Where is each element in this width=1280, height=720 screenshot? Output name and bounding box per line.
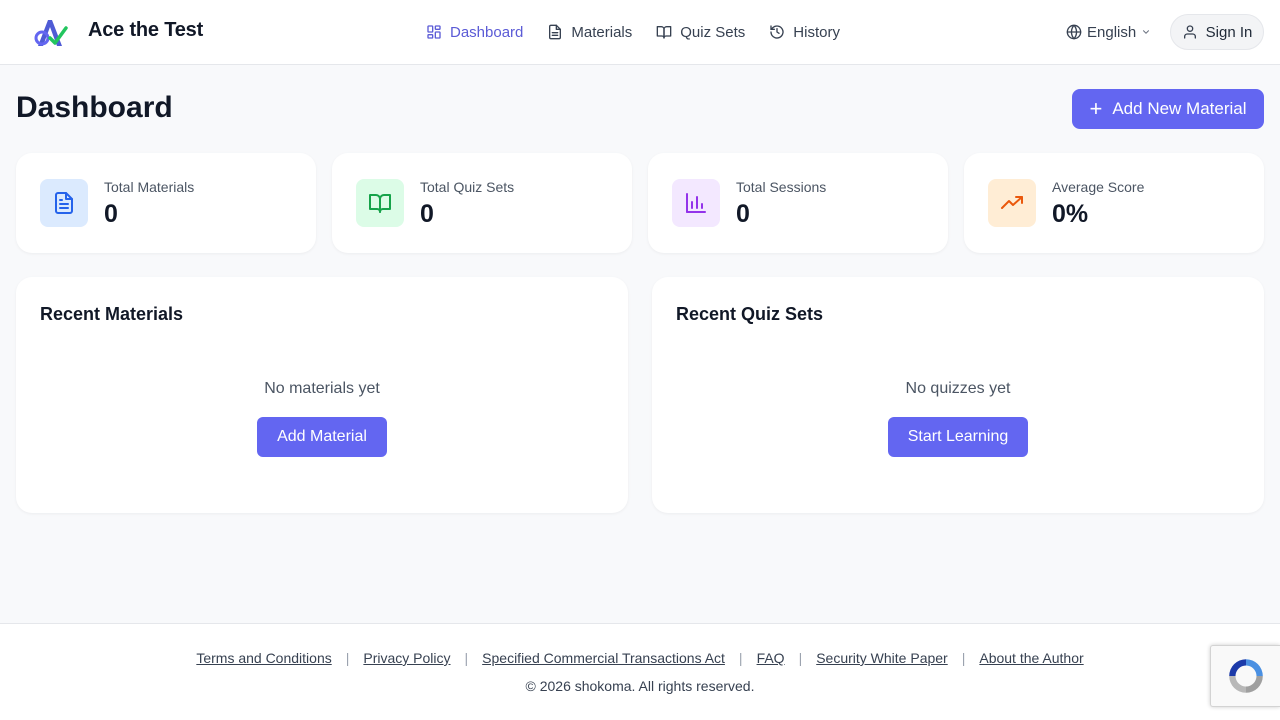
nav-history-label: History bbox=[793, 23, 840, 41]
start-learning-button[interactable]: Start Learning bbox=[888, 417, 1028, 457]
stat-value: 0 bbox=[104, 200, 118, 228]
app-logo[interactable] bbox=[32, 14, 68, 50]
stat-card-total-sessions: Total Sessions 0 bbox=[648, 153, 948, 253]
user-icon bbox=[1183, 25, 1196, 39]
recent-quiz-sets-title: Recent Quiz Sets bbox=[676, 304, 824, 324]
history-icon bbox=[770, 25, 784, 39]
document-icon bbox=[549, 24, 562, 40]
nav-dashboard[interactable]: Dashboard bbox=[426, 21, 523, 43]
footer-separator: | bbox=[961, 650, 966, 666]
footer-separator: | bbox=[738, 650, 743, 666]
footer-separator: | bbox=[345, 650, 350, 666]
document-icon bbox=[40, 179, 88, 227]
add-new-material-button[interactable]: + Add New Material bbox=[1072, 89, 1264, 129]
footer-link-privacy[interactable]: Privacy Policy bbox=[363, 650, 450, 666]
footer-links: Terms and Conditions | Privacy Policy | … bbox=[0, 650, 1280, 666]
main-nav: Dashboard Materials Quiz Sets History bbox=[426, 21, 864, 43]
nav-history[interactable]: History bbox=[769, 21, 840, 43]
bar-chart-icon bbox=[672, 179, 720, 227]
language-label: English bbox=[1087, 23, 1137, 41]
recent-quiz-sets-empty-text: No quizzes yet bbox=[905, 380, 1011, 397]
stat-label: Total Materials bbox=[104, 179, 195, 195]
nav-quiz-sets-label: Quiz Sets bbox=[680, 23, 746, 41]
chevron-down-icon bbox=[1143, 30, 1150, 34]
globe-icon bbox=[1066, 24, 1082, 40]
add-material-button[interactable]: Add Material bbox=[257, 417, 387, 457]
stat-card-total-quiz-sets: Total Quiz Sets 0 bbox=[332, 153, 632, 253]
recent-materials-empty-text: No materials yet bbox=[264, 380, 380, 397]
stat-value: 0% bbox=[1052, 200, 1089, 228]
nav-materials-label: Materials bbox=[571, 23, 633, 41]
plus-icon: + bbox=[1089, 96, 1103, 121]
sign-in-label: Sign In bbox=[1205, 23, 1253, 41]
stat-label: Average Score bbox=[1052, 179, 1145, 195]
dashboard-grid-icon bbox=[427, 25, 441, 39]
stat-card-total-materials: Total Materials 0 bbox=[16, 153, 316, 253]
recent-quiz-sets-panel: Recent Quiz Sets No quizzes yet Start Le… bbox=[652, 277, 1264, 513]
nav-quiz-sets[interactable]: Quiz Sets bbox=[656, 21, 745, 43]
footer-separator: | bbox=[798, 650, 803, 666]
recaptcha-badge[interactable] bbox=[1210, 645, 1280, 707]
language-selector[interactable]: English bbox=[1066, 21, 1151, 43]
nav-materials[interactable]: Materials bbox=[547, 21, 632, 43]
stat-value: 0 bbox=[736, 200, 750, 228]
recent-materials-panel: Recent Materials No materials yet Add Ma… bbox=[16, 277, 628, 513]
copyright-text: © 2026 shokoma. All rights reserved. bbox=[525, 678, 755, 694]
footer-link-about-author[interactable]: About the Author bbox=[979, 650, 1083, 666]
top-header: Ace the Test Dashboard Materials Quiz Se… bbox=[0, 0, 1280, 65]
footer-link-faq[interactable]: FAQ bbox=[757, 650, 785, 666]
nav-dashboard-label: Dashboard bbox=[450, 23, 524, 41]
footer-link-security[interactable]: Security White Paper bbox=[816, 650, 948, 666]
sign-in-button[interactable]: Sign In bbox=[1170, 14, 1264, 50]
stat-label: Total Quiz Sets bbox=[420, 179, 515, 195]
book-icon bbox=[656, 26, 672, 39]
footer-separator: | bbox=[464, 650, 469, 666]
brand-name[interactable]: Ace the Test bbox=[88, 19, 203, 42]
footer-link-terms[interactable]: Terms and Conditions bbox=[196, 650, 331, 666]
recent-materials-title: Recent Materials bbox=[40, 304, 184, 324]
book-open-icon bbox=[356, 179, 404, 227]
footer: Terms and Conditions | Privacy Policy | … bbox=[0, 623, 1280, 720]
recaptcha-icon bbox=[1228, 659, 1263, 693]
stat-label: Total Sessions bbox=[736, 179, 827, 195]
footer-link-commercial-act[interactable]: Specified Commercial Transactions Act bbox=[482, 650, 725, 666]
trending-up-icon bbox=[988, 179, 1036, 227]
stat-card-average-score: Average Score 0% bbox=[964, 153, 1264, 253]
page-title: Dashboard bbox=[16, 91, 173, 124]
add-new-material-label: Add New Material bbox=[1112, 99, 1247, 118]
stat-value: 0 bbox=[420, 200, 434, 228]
